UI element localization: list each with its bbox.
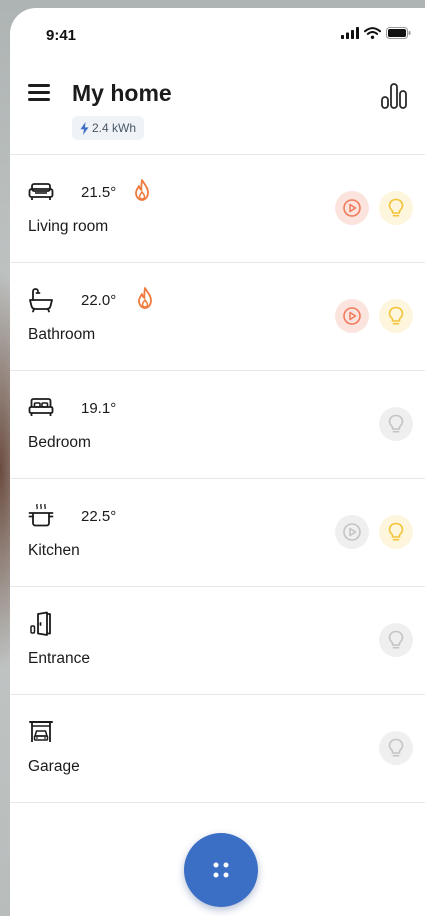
status-time: 9:41 xyxy=(46,27,77,44)
statistics-chart-icon[interactable] xyxy=(379,82,409,110)
cooking-pot-icon xyxy=(28,503,54,527)
status-icons xyxy=(341,27,411,39)
battery-icon xyxy=(386,27,411,39)
phone-screen: 9:41 My home 2.4 kWh 21.5° Living room 2… xyxy=(10,8,425,916)
room-temperature: 22.0° xyxy=(81,292,117,309)
scene-play-button[interactable] xyxy=(335,299,369,333)
bed-icon xyxy=(28,398,54,416)
flame-icon xyxy=(135,179,149,201)
header: My home 2.4 kWh xyxy=(10,68,425,158)
play-circle-icon xyxy=(343,199,361,217)
lightning-bolt-icon xyxy=(80,121,89,135)
light-bulb-icon xyxy=(388,630,404,649)
light-bulb-icon xyxy=(388,414,404,433)
room-temperature: 19.1° xyxy=(81,400,117,417)
play-circle-icon xyxy=(343,307,361,325)
hamburger-menu-icon[interactable] xyxy=(28,84,50,102)
room-temperature: 22.5° xyxy=(81,508,117,525)
room-name: Garage xyxy=(28,758,80,775)
light-bulb-icon xyxy=(388,738,404,757)
room-row-bedroom[interactable]: 19.1° Bedroom xyxy=(10,371,425,479)
room-temperature: 21.5° xyxy=(81,184,117,201)
room-name: Entrance xyxy=(28,650,91,667)
energy-badge: 2.4 kWh xyxy=(72,116,145,140)
room-name: Bedroom xyxy=(28,434,91,451)
signal-icon xyxy=(341,27,359,39)
light-toggle-button[interactable] xyxy=(379,299,413,333)
four-dots-icon xyxy=(213,862,229,878)
room-row-bathroom[interactable]: 22.0° Bathroom xyxy=(10,263,425,371)
room-row-kitchen[interactable]: 22.5° Kitchen xyxy=(10,479,425,587)
room-row-entrance[interactable]: Entrance xyxy=(10,587,425,695)
garage-icon xyxy=(29,721,53,742)
room-row-living-room[interactable]: 21.5° Living room xyxy=(10,155,425,263)
sofa-icon xyxy=(28,183,54,200)
door-icon xyxy=(30,611,51,636)
light-bulb-icon xyxy=(388,306,404,325)
play-circle-icon xyxy=(343,523,361,541)
light-bulb-icon xyxy=(388,198,404,217)
light-toggle-button[interactable] xyxy=(379,731,413,765)
light-toggle-button[interactable] xyxy=(379,407,413,441)
status-bar: 9:41 xyxy=(10,8,425,58)
room-name: Living room xyxy=(28,218,109,235)
bathtub-icon xyxy=(29,288,53,313)
energy-value: 2.4 kWh xyxy=(92,121,137,135)
room-name: Kitchen xyxy=(28,542,80,559)
flame-icon xyxy=(138,287,152,309)
scene-play-button[interactable] xyxy=(335,191,369,225)
scene-play-button[interactable] xyxy=(335,515,369,549)
light-toggle-button[interactable] xyxy=(379,515,413,549)
light-toggle-button[interactable] xyxy=(379,191,413,225)
light-toggle-button[interactable] xyxy=(379,623,413,657)
devices-grid-fab[interactable] xyxy=(184,833,258,907)
page-title: My home xyxy=(72,80,172,106)
room-name: Bathroom xyxy=(28,326,96,343)
light-bulb-icon xyxy=(388,522,404,541)
room-row-garage[interactable]: Garage xyxy=(10,695,425,803)
wifi-icon xyxy=(364,27,381,39)
room-list: 21.5° Living room 22.0° Bathroom 19.1° B… xyxy=(10,154,425,803)
